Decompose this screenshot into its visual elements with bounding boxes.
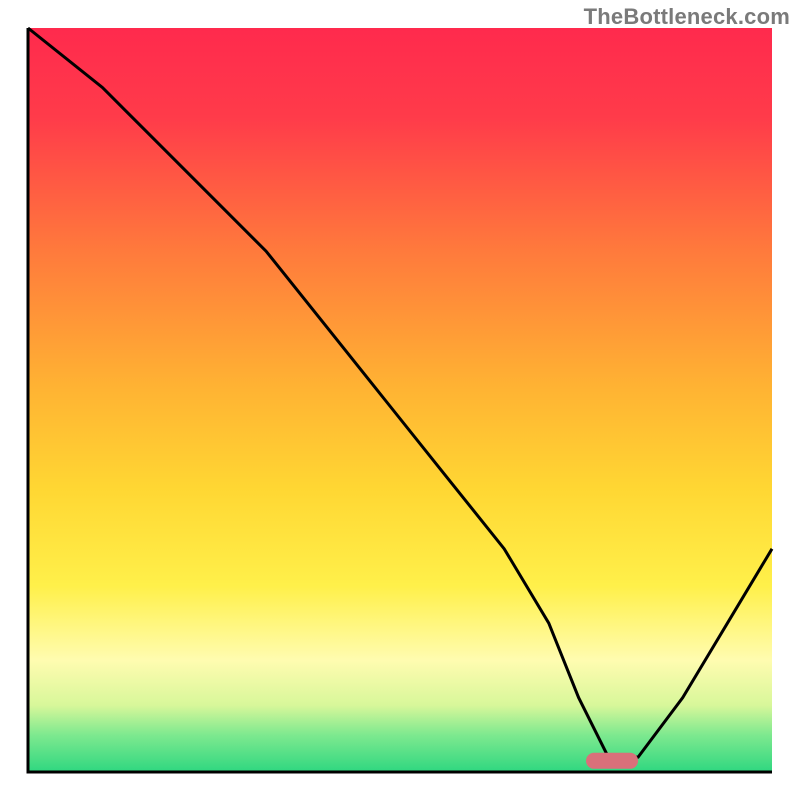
bottleneck-chart	[0, 0, 800, 800]
plot-background	[28, 28, 772, 772]
optimal-marker	[586, 753, 638, 769]
